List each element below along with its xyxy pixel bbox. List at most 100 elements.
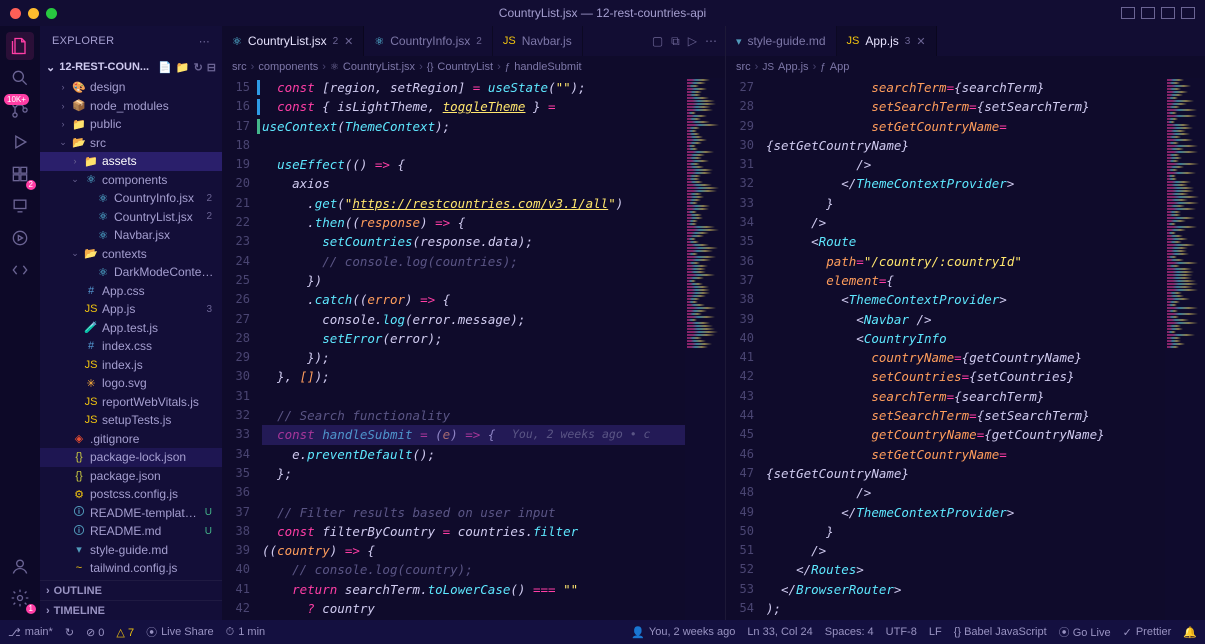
code-line[interactable]: ? country bbox=[262, 599, 685, 618]
line-number[interactable]: 42 bbox=[222, 599, 262, 618]
close-tab-icon[interactable]: ✕ bbox=[344, 35, 353, 48]
breadcrumb-item[interactable]: components bbox=[258, 61, 318, 73]
line-number[interactable]: 33 bbox=[222, 425, 262, 444]
line-number[interactable]: 51 bbox=[726, 541, 766, 560]
tree-item[interactable]: ⌄📂contexts bbox=[40, 245, 222, 264]
layout-icon[interactable] bbox=[1181, 7, 1195, 19]
line-number[interactable]: 18 bbox=[222, 136, 262, 155]
line-number[interactable]: 27 bbox=[222, 310, 262, 329]
tree-item[interactable]: ⌄📂src bbox=[40, 134, 222, 153]
code-line[interactable]: element={ bbox=[766, 271, 1165, 290]
code-line[interactable]: }, []); bbox=[262, 367, 685, 386]
breadcrumb-item[interactable]: App bbox=[830, 61, 850, 73]
line-number[interactable]: 43 bbox=[222, 618, 262, 620]
breadcrumbs-right[interactable]: src›JSApp.js›ƒApp bbox=[726, 56, 1205, 78]
line-number[interactable]: 53 bbox=[726, 580, 766, 599]
line-number[interactable]: 30 bbox=[222, 367, 262, 386]
extensions-icon[interactable]: 2 bbox=[6, 160, 34, 188]
code-line[interactable] bbox=[262, 483, 685, 502]
outline-header[interactable]: ›OUTLINE bbox=[40, 580, 222, 600]
code-line[interactable]: </ThemeContextProvider> bbox=[766, 503, 1165, 522]
refresh-icon[interactable]: ↻ bbox=[194, 61, 203, 74]
code-line[interactable]: // console.log(country); bbox=[262, 560, 685, 579]
code-line[interactable]: // Filter results based on user input bbox=[262, 503, 685, 522]
tree-item[interactable]: JSsetupTests.js bbox=[40, 411, 222, 430]
close-tab-icon[interactable]: ✕ bbox=[916, 35, 925, 48]
line-number[interactable]: 34 bbox=[726, 213, 766, 232]
tree-item[interactable]: ▾style-guide.md bbox=[40, 541, 222, 560]
line-number[interactable]: 40 bbox=[726, 329, 766, 348]
collapse-icon[interactable]: ⊟ bbox=[207, 61, 216, 74]
code-line[interactable]: <ThemeContextProvider> bbox=[766, 290, 1165, 309]
tree-item[interactable]: 🛈README.mdU bbox=[40, 522, 222, 541]
line-number[interactable]: 36 bbox=[726, 252, 766, 271]
tree-item[interactable]: {}package-lock.json bbox=[40, 448, 222, 467]
code-line[interactable] bbox=[262, 387, 685, 406]
language-mode[interactable]: {} Babel JavaScript bbox=[954, 624, 1047, 640]
tree-item[interactable]: ~tailwind.config.js bbox=[40, 559, 222, 578]
line-number[interactable]: 39 bbox=[726, 310, 766, 329]
code-line[interactable]: setSearchTerm={setSearchTerm} bbox=[766, 97, 1165, 116]
project-header[interactable]: ⌄ 12-REST-COUN... 📄 📁 ↻ ⊟ bbox=[40, 56, 222, 78]
time-indicator[interactable]: ⏱ 1 min bbox=[226, 626, 266, 639]
indent-indicator[interactable]: Spaces: 4 bbox=[825, 624, 874, 640]
settings-icon[interactable]: 1 bbox=[6, 584, 34, 612]
breadcrumb-item[interactable]: src bbox=[736, 61, 751, 73]
line-number[interactable]: 40 bbox=[222, 560, 262, 579]
tree-item[interactable]: ✳logo.svg bbox=[40, 374, 222, 393]
line-number[interactable]: 44 bbox=[726, 406, 766, 425]
git-lens[interactable]: You, 2 weeks ago • c bbox=[512, 427, 650, 441]
code-line[interactable]: // console.log(countries); bbox=[262, 252, 685, 271]
code-line[interactable]: e.preventDefault(); bbox=[262, 445, 685, 464]
line-number[interactable]: 31 bbox=[222, 387, 262, 406]
timeline-header[interactable]: ›TIMELINE bbox=[40, 600, 222, 620]
line-number[interactable]: 22 bbox=[222, 213, 262, 232]
testing-icon[interactable] bbox=[6, 224, 34, 252]
breadcrumb-item[interactable]: src bbox=[232, 61, 247, 73]
new-folder-icon[interactable]: 📁 bbox=[176, 61, 190, 74]
tree-item[interactable]: JSApp.js3 bbox=[40, 300, 222, 319]
remote-icon[interactable] bbox=[6, 192, 34, 220]
tree-item[interactable]: ›📦node_modules bbox=[40, 97, 222, 116]
breadcrumb-item[interactable]: App.js bbox=[778, 61, 809, 73]
minimap-left[interactable] bbox=[685, 78, 725, 620]
tree-item[interactable]: {}package.json bbox=[40, 467, 222, 486]
line-number[interactable]: 46 bbox=[726, 445, 766, 464]
tree-item[interactable]: JSreportWebVitals.js bbox=[40, 393, 222, 412]
code-line[interactable]: getCountryName={getCountryName} bbox=[766, 425, 1165, 444]
code-line[interactable]: setError(error); bbox=[262, 329, 685, 348]
code-line[interactable]: </ThemeContextProvider> bbox=[766, 174, 1165, 193]
new-file-icon[interactable]: 📄 bbox=[158, 61, 172, 74]
maximize-window-button[interactable] bbox=[46, 8, 57, 19]
account-icon[interactable] bbox=[6, 552, 34, 580]
explorer-more-icon[interactable]: ⋯ bbox=[199, 35, 210, 48]
minimap-right[interactable] bbox=[1165, 78, 1205, 620]
tab-action-icon[interactable]: ⧉ bbox=[671, 34, 680, 49]
error-count[interactable]: ⊘ 0 bbox=[86, 626, 104, 639]
code-line[interactable]: const [region, setRegion] = useState("")… bbox=[262, 78, 685, 97]
line-number[interactable]: 36 bbox=[222, 483, 262, 502]
code-line[interactable]: } bbox=[766, 194, 1165, 213]
tree-item[interactable]: ⚛CountryInfo.jsx2 bbox=[40, 189, 222, 208]
code-line[interactable]: axios bbox=[262, 174, 685, 193]
code-line[interactable]: setGetCountryName= bbox=[766, 117, 1165, 136]
line-number[interactable]: 39 bbox=[222, 541, 262, 560]
code-line[interactable]: searchTerm={searchTerm} bbox=[766, 387, 1165, 406]
line-number[interactable]: 42 bbox=[726, 367, 766, 386]
tree-item[interactable]: ⚙postcss.config.js bbox=[40, 485, 222, 504]
breadcrumb-item[interactable]: CountryList.jsx bbox=[343, 61, 415, 73]
code-line[interactable]: // Search functionality bbox=[262, 406, 685, 425]
code-line[interactable]: } bbox=[766, 522, 1165, 541]
code-line[interactable]: }) bbox=[262, 271, 685, 290]
code-line[interactable]: </BrowserRouter> bbox=[766, 580, 1165, 599]
code-line[interactable] bbox=[262, 136, 685, 155]
line-number[interactable]: 33 bbox=[726, 194, 766, 213]
tree-item[interactable]: ⚛CountryList.jsx2 bbox=[40, 208, 222, 227]
tree-item[interactable]: #index.css bbox=[40, 337, 222, 356]
connect-icon[interactable] bbox=[6, 256, 34, 284]
line-number[interactable]: 32 bbox=[222, 406, 262, 425]
code-line[interactable]: <CountryInfo bbox=[766, 329, 1165, 348]
code-line[interactable]: ((country) => { bbox=[262, 541, 685, 560]
line-number[interactable]: 30 bbox=[726, 136, 766, 155]
code-editor-left[interactable]: 15 const [region, setRegion] = useState(… bbox=[222, 78, 725, 620]
